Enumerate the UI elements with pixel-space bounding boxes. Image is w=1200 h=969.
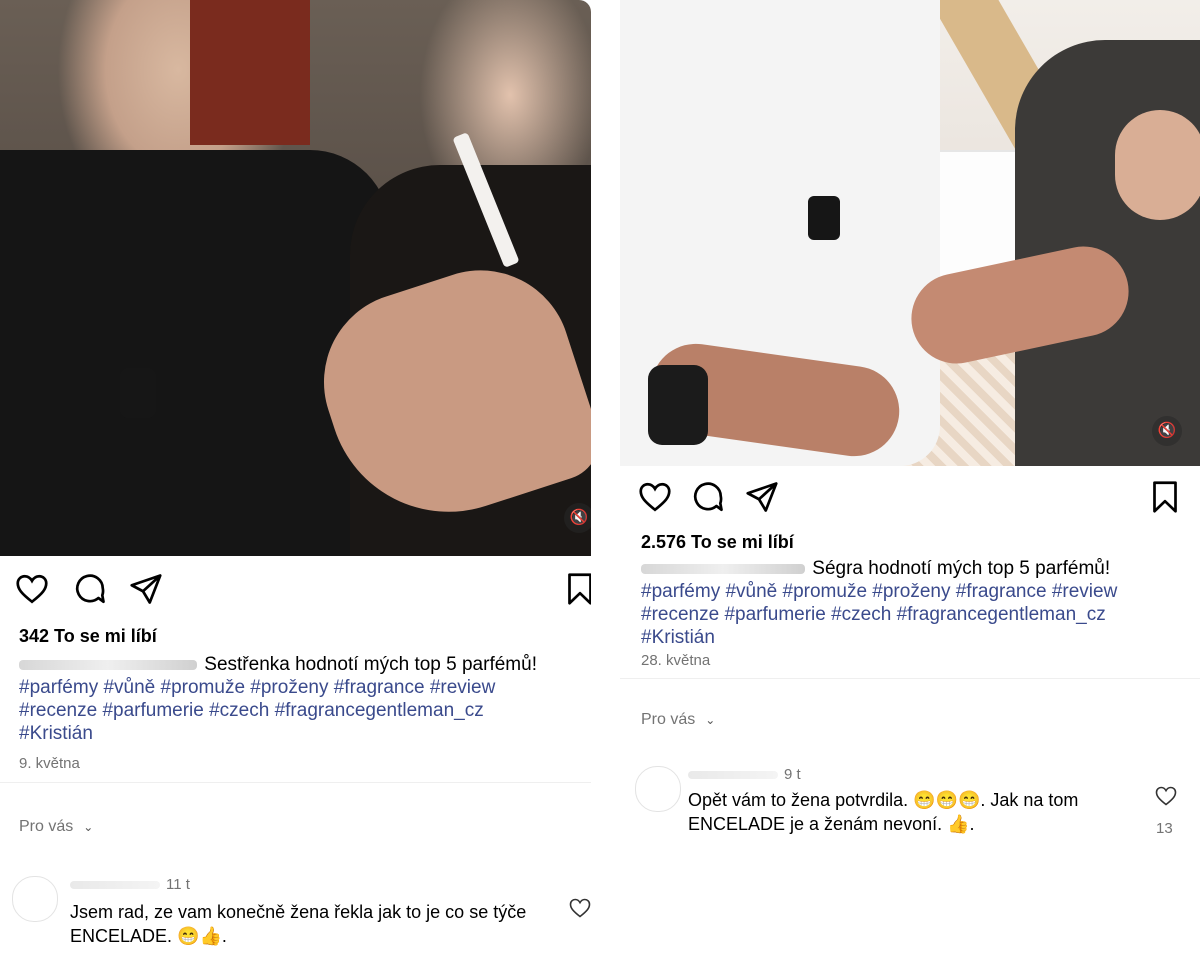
username-redacted[interactable] [19, 659, 197, 670]
caption-text: Sestřenka hodnotí mých top 5 parfémů! [204, 654, 537, 675]
caption-text: Ségra hodnotí mých top 5 parfémů! [812, 558, 1111, 579]
video-background-picture [190, 0, 310, 145]
send-icon[interactable] [744, 479, 784, 519]
comment-icon[interactable] [72, 571, 112, 611]
like-count[interactable]: 342 To se mi líbí [19, 626, 157, 647]
video-watch [648, 365, 708, 445]
chevron-down-icon: ⌄ [83, 820, 94, 834]
hashtags-line[interactable]: #parfémy #vůně #promuže #proženy #fragra… [641, 581, 1117, 602]
comment-time: 9 t [784, 766, 801, 783]
like-count[interactable]: 2.576 To se mi líbí [641, 532, 794, 553]
left-post: 🔇 342 To se mi líbí Sestřenka hodnotí mý… [0, 0, 591, 969]
heart-icon[interactable] [1154, 784, 1178, 808]
avatar[interactable] [12, 876, 58, 922]
divider [620, 678, 1200, 679]
heart-icon[interactable] [637, 479, 677, 519]
for-you-label: Pro vás [641, 711, 696, 728]
hashtags-line[interactable]: #recenze #parfumerie #czech #fragrancege… [641, 604, 1106, 625]
comment-username-redacted[interactable] [688, 771, 778, 780]
post-date: 28. května [641, 652, 711, 669]
post-caption: Sestřenka hodnotí mých top 5 parfémů! #p… [19, 653, 579, 745]
username-redacted[interactable] [641, 563, 805, 574]
post-date: 9. května [19, 755, 80, 772]
comment-username-redacted[interactable] [70, 881, 160, 890]
send-icon[interactable] [128, 571, 168, 611]
video-face [1115, 110, 1200, 220]
post-caption: Ségra hodnotí mých top 5 parfémů! #parfé… [641, 557, 1181, 649]
avatar[interactable] [635, 766, 681, 812]
muted-speaker-icon[interactable]: 🔇 [564, 503, 591, 533]
hashtags-line[interactable]: #Kristián [641, 627, 715, 648]
separator [591, 0, 620, 969]
comment-time: 11 t [166, 876, 190, 893]
chevron-down-icon: ⌄ [705, 713, 716, 727]
for-you-label: Pro vás [19, 818, 74, 835]
heart-icon[interactable] [14, 571, 54, 611]
hashtags-line[interactable]: #Kristián [19, 723, 93, 744]
bookmark-icon[interactable] [562, 571, 591, 611]
post-video[interactable]: 🔇 [0, 0, 591, 556]
video-microphone [120, 368, 156, 418]
post-actions [14, 571, 591, 611]
divider [0, 782, 591, 783]
hashtags-line[interactable]: #parfémy #vůně #promuže #proženy #fragra… [19, 677, 495, 698]
muted-speaker-icon[interactable]: 🔇 [1152, 416, 1182, 446]
comment-meta: 11 t [70, 876, 190, 893]
bookmark-icon[interactable] [1147, 479, 1187, 519]
comment-like-count: 13 [1156, 820, 1173, 837]
post-actions [637, 479, 1197, 519]
comment-text: Opět vám to žena potvrdila. 😁😁😁. Jak na … [688, 790, 1079, 834]
comment-icon[interactable] [690, 479, 730, 519]
for-you-dropdown[interactable]: Pro vás ⌄ [641, 711, 715, 729]
video-microphone [808, 196, 840, 240]
right-post: 🔇 2.576 To se mi líbí Ségra hodnotí mých… [620, 0, 1200, 969]
post-video[interactable]: 🔇 [620, 0, 1200, 466]
comment-text: Jsem rad, ze vam konečně žena řekla jak … [70, 902, 527, 946]
comment-meta: 9 t [688, 766, 801, 783]
for-you-dropdown[interactable]: Pro vás ⌄ [19, 818, 93, 836]
hashtags-line[interactable]: #recenze #parfumerie #czech #fragrancege… [19, 700, 484, 721]
heart-icon[interactable] [568, 896, 591, 920]
